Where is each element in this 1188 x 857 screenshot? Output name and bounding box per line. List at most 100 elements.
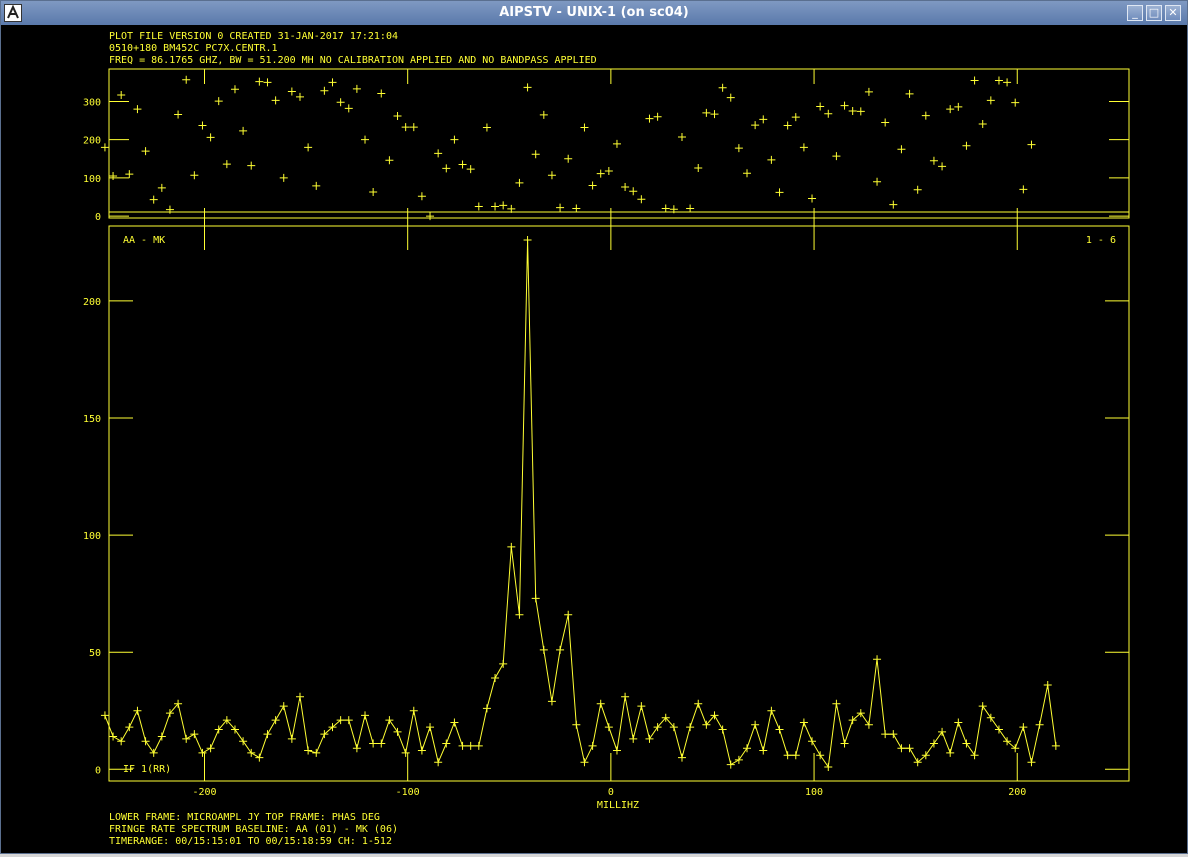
phase-point: [385, 156, 394, 165]
amplitude-point: [271, 716, 280, 725]
amplitude-point: [564, 610, 573, 619]
amplitude-point: [409, 706, 418, 715]
amplitude-point: [377, 739, 386, 748]
plot-header: PLOT FILE VERSION 0 CREATED 31-JAN-2017 …: [109, 31, 597, 66]
phase-point: [304, 143, 313, 152]
aipstv-window: AIPSTV - UNIX-1 (on sc04) _ □ ✕ PLOT FIL…: [0, 0, 1188, 854]
top-phase-panel: 0 100 200 300: [83, 69, 1129, 250]
amplitude-point: [759, 746, 768, 755]
bottom-x-tick-label: -200: [192, 787, 216, 798]
phase-point: [279, 173, 288, 182]
amplitude-point: [149, 748, 158, 757]
phase-point: [515, 178, 524, 187]
amplitude-point: [718, 725, 727, 734]
phase-point: [734, 144, 743, 153]
phase-point: [125, 170, 134, 179]
phase-point: [808, 194, 817, 203]
amplitude-point: [474, 741, 483, 750]
phase-point: [710, 110, 719, 119]
amplitude-point: [304, 746, 313, 755]
amplitude-point: [954, 718, 963, 727]
phase-point: [873, 177, 882, 186]
amplitude-point: [279, 702, 288, 711]
amplitude-point: [612, 746, 621, 755]
amplitude-point: [677, 753, 686, 762]
phase-point: [182, 75, 191, 84]
phase-point: [100, 143, 109, 152]
if-label: IF 1(RR): [123, 764, 171, 775]
footer-line-2: FRINGE RATE SPECTRUM BASELINE: AA (01) -…: [109, 824, 398, 835]
amplitude-point: [783, 751, 792, 760]
amplitude-point: [206, 744, 215, 753]
phase-point: [491, 202, 500, 211]
phase-point: [214, 97, 223, 106]
amplitude-point: [133, 706, 142, 715]
bottom-y-tick-label: 0: [95, 765, 101, 776]
phase-point: [352, 84, 361, 93]
amplitude-point: [157, 732, 166, 741]
phase-point: [336, 98, 345, 107]
phase-point: [604, 167, 613, 176]
phase-point: [596, 169, 605, 178]
phase-point: [1003, 78, 1012, 87]
amplitude-point: [466, 741, 475, 750]
amplitude-point: [621, 692, 630, 701]
amplitude-point: [734, 755, 743, 764]
amplitude-point: [596, 699, 605, 708]
phase-point: [417, 192, 426, 201]
phase-point: [539, 110, 548, 119]
phase-point: [190, 171, 199, 180]
phase-point: [726, 93, 735, 102]
top-y-tick-label: 300: [83, 97, 101, 108]
phase-point: [556, 203, 565, 212]
minimize-button[interactable]: _: [1127, 5, 1143, 21]
phase-point: [938, 162, 947, 171]
phase-point: [864, 87, 873, 96]
amplitude-point: [539, 645, 548, 654]
amplitude-point: [799, 718, 808, 727]
amplitude-point: [312, 748, 321, 757]
amplitude-point: [694, 699, 703, 708]
phase-point: [109, 171, 118, 180]
phase-point: [1011, 98, 1020, 107]
phase-point: [174, 110, 183, 119]
phase-point: [637, 195, 646, 204]
phase-point: [450, 135, 459, 144]
amplitude-point: [458, 741, 467, 750]
footer-line-1: LOWER FRAME: MICROAMPL JY TOP FRAME: PHA…: [109, 812, 380, 823]
baseline-label: AA - MK: [123, 235, 165, 246]
amplitude-point: [450, 718, 459, 727]
close-button[interactable]: ✕: [1165, 5, 1181, 21]
amplitude-point: [125, 723, 134, 732]
amplitude-point: [426, 723, 435, 732]
amplitude-point: [531, 594, 540, 603]
amplitude-point: [482, 704, 491, 713]
maximize-button[interactable]: □: [1146, 5, 1162, 21]
phase-point: [751, 121, 760, 130]
phase-point: [426, 212, 435, 221]
amplitude-point: [182, 734, 191, 743]
phase-point: [718, 83, 727, 92]
amplitude-point: [873, 655, 882, 664]
header-line-1: PLOT FILE VERSION 0 CREATED 31-JAN-2017 …: [109, 31, 398, 42]
amplitude-point: [986, 713, 995, 722]
fringe-rate-plot: PLOT FILE VERSION 0 CREATED 31-JAN-2017 …: [3, 25, 1130, 847]
amplitude-point: [344, 716, 353, 725]
phase-point: [612, 139, 621, 148]
phase-point: [743, 169, 752, 178]
title-bar[interactable]: AIPSTV - UNIX-1 (on sc04) _ □ ✕: [1, 1, 1187, 25]
amplitude-point: [572, 720, 581, 729]
amplitude-point: [141, 737, 150, 746]
window-title: AIPSTV - UNIX-1 (on sc04): [499, 5, 689, 20]
phase-point: [344, 104, 353, 113]
phase-point: [824, 109, 833, 118]
phase-point: [434, 149, 443, 158]
amplitude-point: [726, 760, 735, 769]
top-y-tick-label: 0: [95, 212, 101, 223]
amplitude-point: [808, 737, 817, 746]
amplitude-point: [905, 744, 914, 753]
phase-point: [686, 204, 695, 213]
phase-point: [677, 133, 686, 142]
amplitude-point: [864, 720, 873, 729]
phase-point: [767, 155, 776, 164]
